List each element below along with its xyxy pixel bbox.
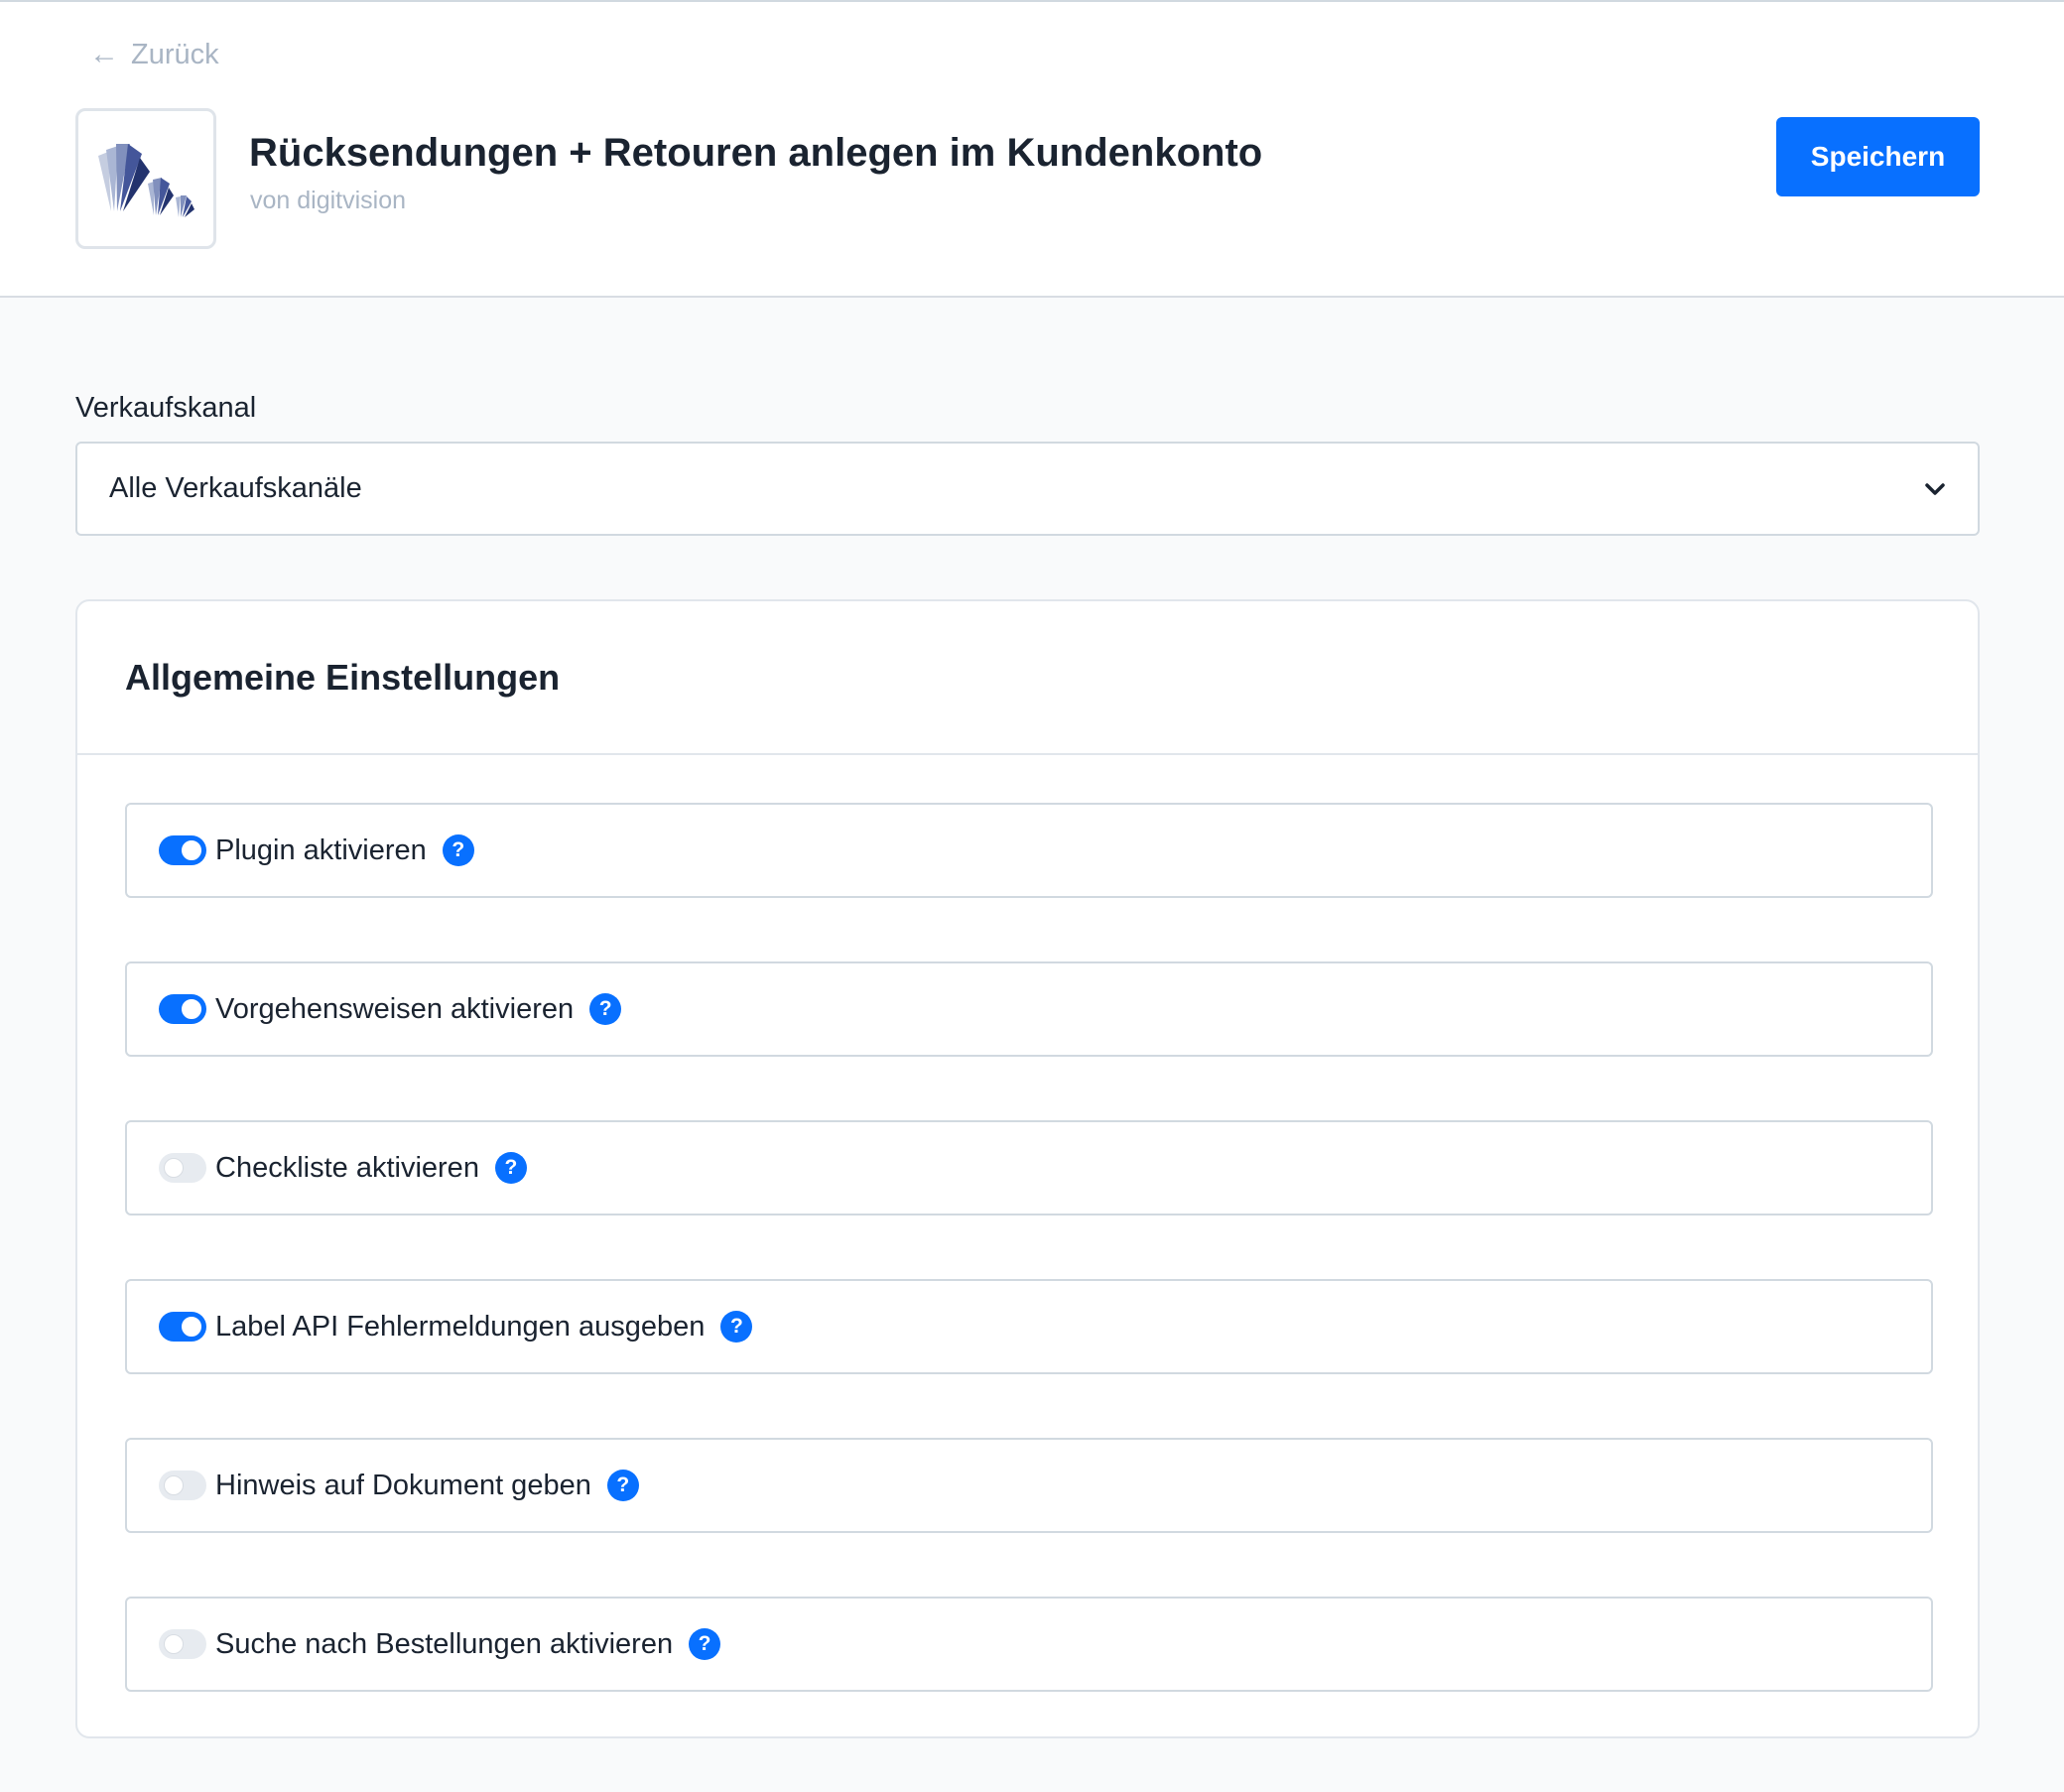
page-title: Rücksendungen + Retouren anlegen im Kund… bbox=[249, 131, 1263, 175]
toggle-knob bbox=[164, 1158, 184, 1178]
setting-label: Checkliste aktivieren bbox=[215, 1151, 479, 1184]
card-divider bbox=[77, 753, 1978, 755]
help-icon[interactable]: ? bbox=[689, 1628, 721, 1660]
setting-row-checklist: Checkliste aktivieren ? bbox=[125, 1120, 1933, 1216]
help-icon[interactable]: ? bbox=[494, 1152, 527, 1184]
app-logo bbox=[75, 108, 216, 249]
help-icon[interactable]: ? bbox=[442, 834, 474, 866]
setting-row-document-hint: Hinweis auf Dokument geben ? bbox=[125, 1438, 1933, 1533]
logo-medium-fan bbox=[148, 178, 174, 215]
chevron-down-icon bbox=[1925, 483, 1945, 495]
toggle-document-hint[interactable] bbox=[159, 1471, 206, 1500]
back-link[interactable]: ← Zurück bbox=[89, 38, 219, 71]
toggle-knob bbox=[182, 1317, 201, 1337]
toggle-checklist[interactable] bbox=[159, 1153, 206, 1183]
sales-channel-select[interactable]: Alle Verkaufskanäle bbox=[75, 442, 1980, 536]
save-button[interactable]: Speichern bbox=[1776, 117, 1980, 196]
page-header: ← Zurück Rücksendungen + Retouren anlege… bbox=[0, 0, 2064, 298]
toggle-label-api-errors[interactable] bbox=[159, 1312, 206, 1342]
toggle-knob bbox=[164, 1634, 184, 1654]
setting-row-order-search: Suche nach Bestellungen aktivieren ? bbox=[125, 1597, 1933, 1692]
logo-large-fan bbox=[98, 144, 150, 211]
sales-channel-value: Alle Verkaufskanäle bbox=[109, 472, 362, 504]
toggle-procedures[interactable] bbox=[159, 994, 206, 1024]
arrow-left-icon: ← bbox=[89, 38, 119, 70]
back-label: Zurück bbox=[131, 38, 219, 70]
toggle-knob bbox=[182, 999, 201, 1019]
logo-small-fan bbox=[176, 195, 194, 217]
setting-label: Plugin aktivieren bbox=[215, 833, 427, 866]
setting-label: Vorgehensweisen aktivieren bbox=[215, 992, 575, 1025]
setting-row-label-api-errors: Label API Fehlermeldungen ausgeben ? bbox=[125, 1279, 1933, 1374]
setting-label: Hinweis auf Dokument geben bbox=[215, 1469, 591, 1501]
setting-row-plugin: Plugin aktivieren ? bbox=[125, 803, 1933, 898]
digitvision-logo-icon bbox=[98, 144, 194, 217]
setting-row-procedures: Vorgehensweisen aktivieren ? bbox=[125, 961, 1933, 1057]
vendor-name: von digitvision bbox=[250, 187, 407, 214]
setting-label: Label API Fehlermeldungen ausgeben bbox=[215, 1310, 706, 1343]
toggle-order-search[interactable] bbox=[159, 1629, 206, 1659]
toggle-knob bbox=[164, 1475, 184, 1495]
card-title: Allgemeine Einstellungen bbox=[125, 657, 561, 698]
help-icon[interactable]: ? bbox=[589, 993, 622, 1025]
toggle-knob bbox=[182, 840, 201, 860]
help-icon[interactable]: ? bbox=[720, 1311, 753, 1343]
toggle-plugin[interactable] bbox=[159, 835, 206, 865]
setting-label: Suche nach Bestellungen aktivieren bbox=[215, 1627, 674, 1660]
general-settings-card: Allgemeine Einstellungen Plugin aktivier… bbox=[75, 599, 1980, 1738]
help-icon[interactable]: ? bbox=[606, 1470, 639, 1501]
sales-channel-label: Verkaufskanal bbox=[75, 392, 257, 424]
